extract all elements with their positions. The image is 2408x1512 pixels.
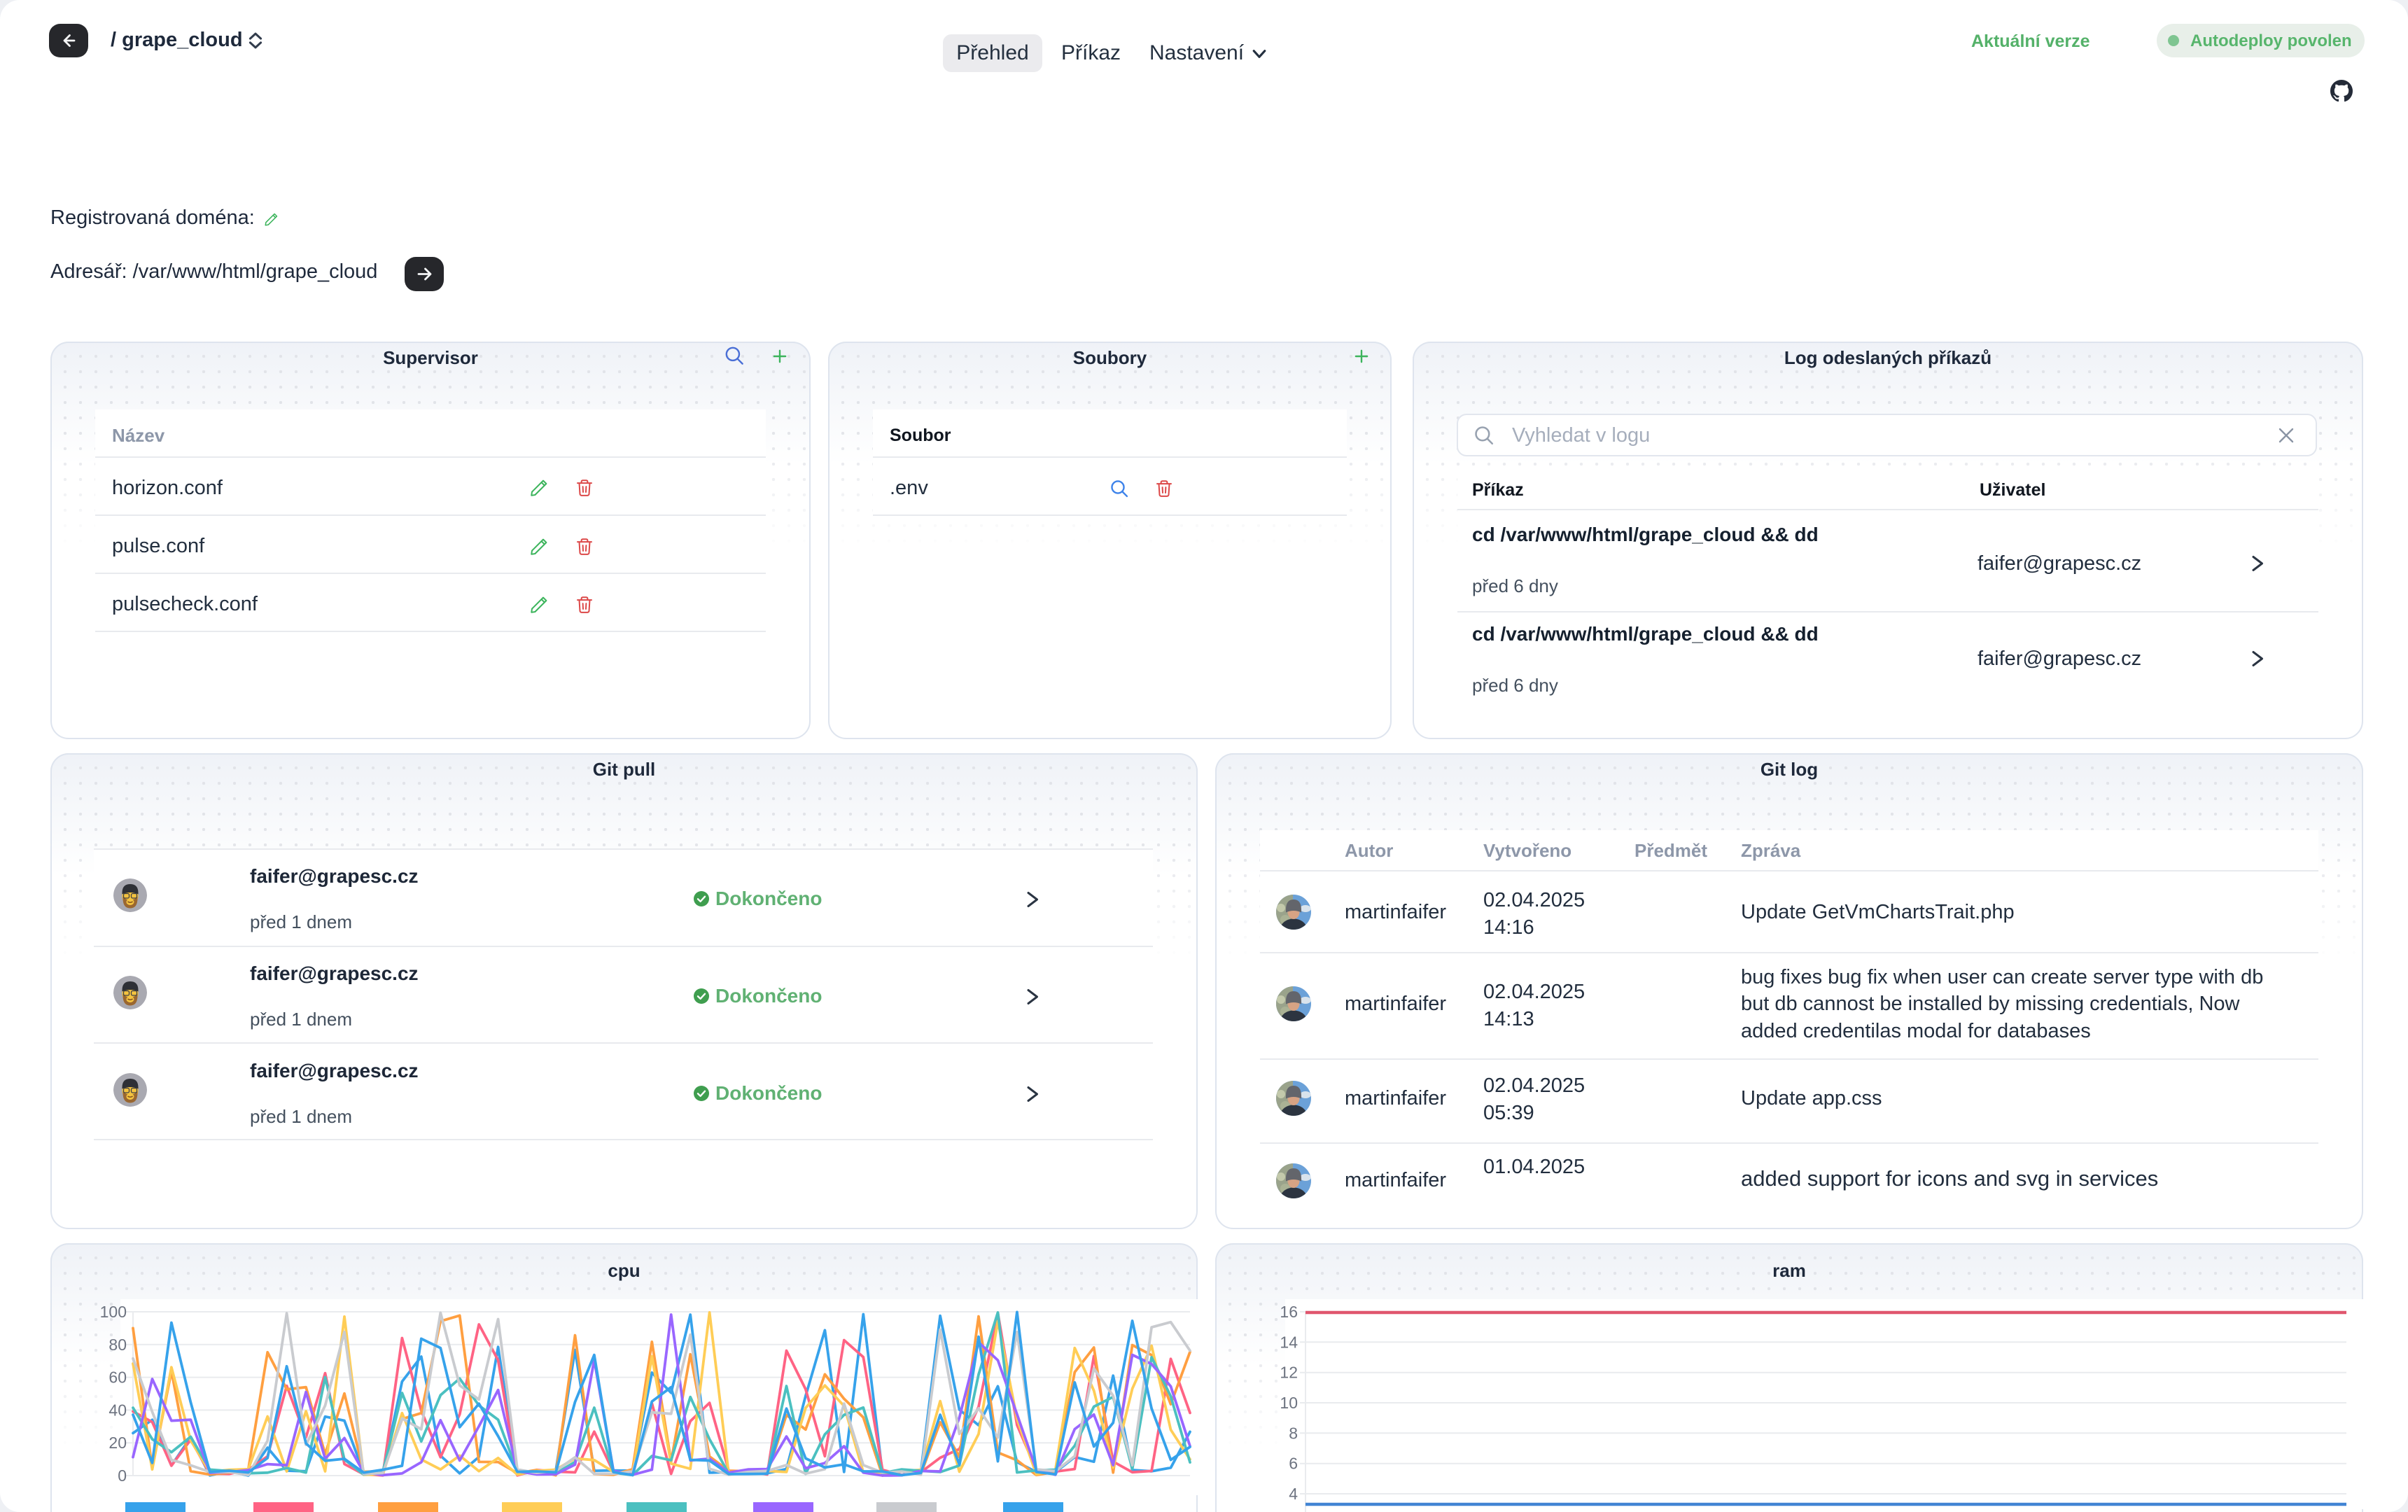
svg-text:14: 14 [1280,1333,1298,1351]
svg-text:8: 8 [1289,1424,1298,1442]
svg-text:80: 80 [108,1336,127,1354]
svg-text:60: 60 [108,1368,127,1387]
svg-text:0: 0 [118,1466,127,1485]
svg-text:20: 20 [108,1434,127,1452]
svg-text:100: 100 [100,1303,127,1321]
svg-text:4: 4 [1289,1485,1298,1503]
svg-text:40: 40 [108,1401,127,1419]
svg-text:6: 6 [1289,1455,1298,1473]
svg-text:10: 10 [1280,1394,1298,1412]
svg-text:16: 16 [1280,1303,1298,1321]
svg-text:12: 12 [1280,1364,1298,1382]
